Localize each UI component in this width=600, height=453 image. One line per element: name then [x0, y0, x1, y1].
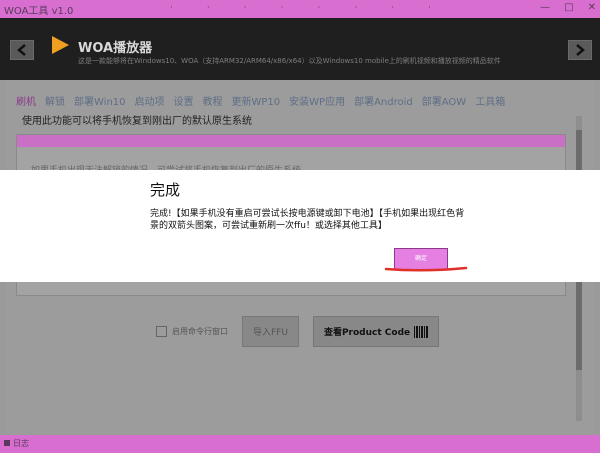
section-subtitle: 使用此功能可以将手机恢复到刚出厂的默认原生系统	[22, 116, 252, 127]
titlebar-control[interactable]: ·	[170, 3, 173, 13]
log-box-header	[17, 135, 565, 147]
product-code-label: 查看Product Code	[323, 328, 411, 338]
minimize-button[interactable]: —	[540, 2, 550, 13]
tab-update-wp10[interactable]: 更新WP10	[232, 93, 281, 108]
dialog-message: 完成!【如果手机没有重启可尝试长按电源键或卸下电池】【手机如果出现红色背景的双箭…	[150, 209, 465, 231]
titlebar-control[interactable]: ·	[391, 3, 394, 13]
checkbox-box[interactable]	[156, 326, 167, 337]
status-text: 日志	[13, 439, 29, 448]
tab-deploy-win10[interactable]: 部署Win10	[74, 93, 126, 108]
barcode-icon	[414, 325, 429, 338]
play-logo-icon	[52, 36, 69, 54]
titlebar-control[interactable]: ·	[244, 3, 247, 13]
titlebar-control[interactable]: ·	[207, 3, 210, 13]
back-button[interactable]	[10, 40, 34, 60]
app-header: WOA播放器 这是一款能够将在Windows10、WOA（支持ARM32/ARM…	[0, 18, 600, 80]
tab-tutorial[interactable]: 教程	[203, 93, 223, 108]
tab-bar: 刷机 解锁 部署Win10 启动项 设置 教程 更新WP10 安装WP应用 部署…	[16, 93, 505, 108]
titlebar-control[interactable]: ·	[318, 3, 321, 13]
command-window-checkbox[interactable]: 启用命令行窗口	[156, 326, 228, 337]
window-buttons: — □ ✕	[540, 2, 596, 13]
maximize-button[interactable]: □	[564, 2, 573, 13]
tab-toolbox[interactable]: 工具箱	[475, 93, 505, 108]
chevron-right-icon	[576, 44, 585, 56]
tab-deploy-aow[interactable]: 部署AOW	[422, 93, 466, 108]
window-title: WOA工具 v1.0	[4, 6, 74, 17]
tab-flash[interactable]: 刷机	[16, 93, 36, 108]
tab-install-wp-app[interactable]: 安装WP应用	[289, 93, 345, 108]
import-ffu-button[interactable]: 导入FFU	[242, 316, 299, 347]
tab-settings[interactable]: 设置	[174, 93, 194, 108]
titlebar-controls: · · · · · · · ·	[170, 3, 431, 13]
log-toggle[interactable]: 日志	[4, 438, 29, 449]
completion-dialog: 完成 完成!【如果手机没有重启可尝试长按电源键或卸下电池】【手机如果出现红色背景…	[0, 170, 600, 282]
tab-unlock[interactable]: 解锁	[45, 93, 65, 108]
titlebar-control[interactable]: ·	[281, 3, 284, 13]
titlebar-control[interactable]: ·	[354, 3, 357, 13]
red-underline-annotation	[384, 266, 468, 272]
window-titlebar: WOA工具 v1.0 · · · · · · · · — □ ✕	[0, 0, 600, 18]
close-button[interactable]: ✕	[588, 2, 596, 13]
titlebar-control[interactable]: ·	[428, 3, 431, 13]
tab-deploy-android[interactable]: 部署Android	[354, 93, 413, 108]
log-icon	[4, 440, 10, 446]
dialog-title: 完成	[150, 181, 181, 199]
forward-button[interactable]	[568, 40, 592, 60]
app-description: 这是一款能够将在Windows10、WOA（支持ARM32/ARM64/x86/…	[78, 57, 501, 65]
options-row: 启用命令行窗口 导入FFU 查看Product Code	[156, 316, 440, 347]
app-title: WOA播放器	[78, 41, 153, 56]
checkbox-label: 启用命令行窗口	[172, 327, 228, 336]
status-bar: 日志	[0, 435, 600, 453]
tab-boot[interactable]: 启动项	[135, 93, 165, 108]
chevron-left-icon	[17, 44, 26, 56]
product-code-button[interactable]: 查看Product Code	[312, 316, 440, 347]
